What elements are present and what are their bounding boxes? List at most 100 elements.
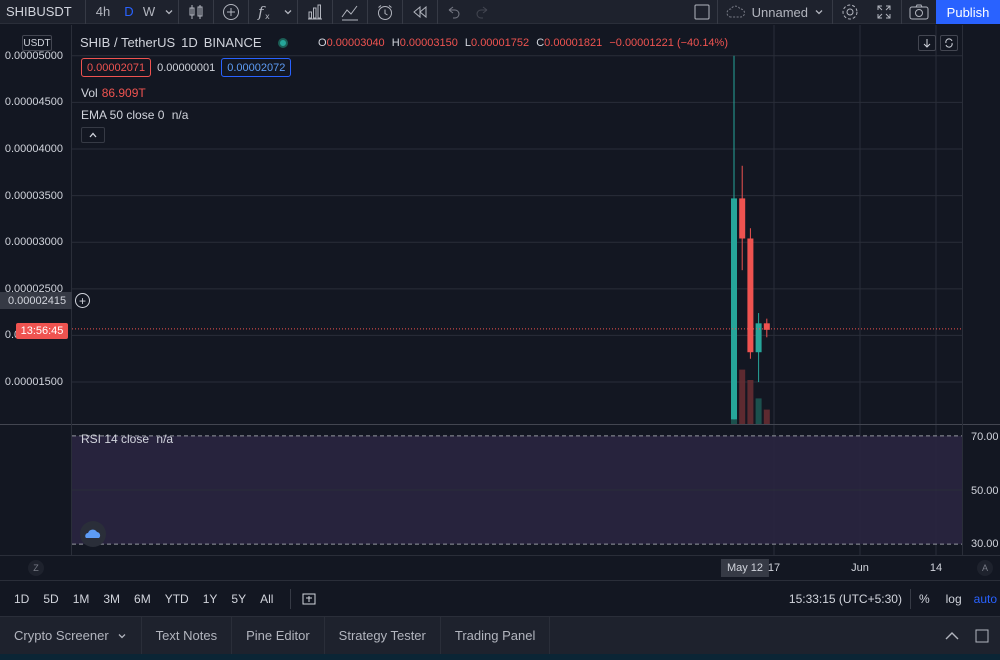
time-crosshair-label: May 12 — [720, 559, 770, 577]
price-tick-label: 0.00005000 — [4, 49, 63, 62]
trade-buttons: 0.00002071 0.00000001 0.00002072 — [81, 58, 292, 77]
interval-4h-button[interactable]: 4h — [86, 0, 120, 24]
clock-label[interactable]: 15:33:15 (UTC+5:30) — [789, 592, 902, 606]
gear-icon[interactable] — [833, 0, 867, 24]
alert-clock-icon[interactable] — [368, 0, 402, 24]
tab-text-notes[interactable]: Text Notes — [142, 616, 233, 655]
ema-value: n/a — [171, 108, 189, 122]
financials-icon[interactable] — [298, 0, 332, 24]
low-value: 0.00001752 — [471, 37, 530, 49]
add-compare-icon[interactable] — [214, 0, 248, 24]
range-5y-button[interactable]: 5Y — [224, 592, 253, 606]
range-ytd-button[interactable]: YTD — [158, 592, 196, 606]
range-1m-button[interactable]: 1M — [66, 592, 97, 606]
rsi-tick-label: 50.00 — [971, 485, 999, 497]
time-tick-label: 14 — [929, 562, 943, 574]
high-value: 0.00003150 — [399, 37, 458, 49]
chevron-up-icon — [89, 132, 97, 138]
add-plus-icon[interactable]: + — [75, 293, 90, 308]
price-tick-label: 0.00004500 — [4, 96, 63, 109]
volume-bar — [763, 409, 770, 424]
price-tick-label: 0.00001500 — [4, 376, 63, 389]
symbol-search-button[interactable]: SHIBUSDT — [0, 0, 86, 24]
range-divider — [909, 589, 911, 609]
log-toggle[interactable]: log — [946, 592, 962, 606]
tab-crypto-screener[interactable]: Crypto Screener — [0, 616, 142, 655]
close-value: 0.00001821 — [544, 37, 603, 49]
tradingview-logo-icon[interactable] — [80, 521, 106, 547]
camera-icon[interactable] — [902, 0, 936, 24]
time-tick-label: 17 — [767, 562, 781, 574]
auto-toggle[interactable]: auto — [974, 592, 997, 606]
candles-icon[interactable] — [179, 0, 213, 24]
reset-chart-icon[interactable] — [940, 35, 958, 51]
range-1d-button[interactable]: 1D — [7, 592, 36, 606]
main-chart-pane[interactable] — [72, 25, 962, 424]
templates-icon[interactable] — [333, 0, 367, 24]
footer-strip — [0, 654, 1000, 660]
fullscreen-icon[interactable] — [867, 0, 901, 24]
maximize-panel-icon[interactable] — [974, 628, 990, 644]
chart-legend[interactable]: SHIB / TetherUS 1D BINANCE — [80, 35, 288, 50]
candle-body — [731, 198, 737, 420]
chevron-down-icon — [118, 633, 126, 638]
indicators-dropdown-icon[interactable] — [279, 0, 297, 24]
rsi-pane[interactable] — [72, 425, 962, 555]
rsi-chart — [72, 425, 962, 555]
time-tick-label: Jun — [851, 562, 869, 574]
date-range-bar: 1D 5D 1M 3M 6M YTD 1Y 5Y All 15:33:15 (U… — [0, 580, 1000, 616]
pane-divider[interactable] — [0, 424, 1000, 425]
chevron-down-icon — [815, 10, 823, 15]
redo-icon[interactable] — [468, 0, 498, 24]
spread-value: 0.00000001 — [157, 61, 216, 74]
layout-select-icon[interactable] — [687, 0, 717, 24]
price-scale[interactable]: 0.00005000 0.00004500 0.00004000 0.00003500… — [0, 25, 72, 555]
layout-name-button[interactable]: Unnamed — [718, 0, 832, 24]
volume-bar — [747, 380, 754, 424]
interval-dropdown-icon[interactable] — [160, 0, 178, 24]
volume-legend[interactable]: Vol 86.909T — [81, 86, 146, 100]
candle-body — [739, 198, 746, 239]
buy-button[interactable]: 0.00002072 — [221, 58, 292, 77]
bottom-panel-tabs: Crypto Screener Text Notes Pine Editor S… — [0, 616, 1000, 655]
price-tick-label: 0.00003000 — [4, 236, 63, 249]
time-axis[interactable]: Z May 12 17 Jun 14 A — [0, 555, 1000, 580]
tab-trading-panel[interactable]: Trading Panel — [441, 616, 551, 655]
zoom-toggle-button[interactable]: Z — [28, 560, 44, 576]
open-value: 0.00003040 — [326, 37, 385, 49]
collapse-legend-button[interactable] — [81, 127, 105, 143]
tab-strategy-tester[interactable]: Strategy Tester — [325, 616, 441, 655]
undo-icon[interactable] — [438, 0, 468, 24]
tab-pine-editor[interactable]: Pine Editor — [232, 616, 325, 655]
sell-button[interactable]: 0.00002071 — [81, 58, 152, 77]
ema-legend[interactable]: EMA 50 close 0 n/a — [81, 108, 188, 122]
price-tick-label: 0.00004000 — [4, 142, 63, 155]
rsi-scale[interactable]: 70.00 50.00 30.00 — [962, 25, 1000, 555]
candle-body — [755, 323, 762, 353]
indicators-icon[interactable]: fx — [249, 0, 279, 24]
interval-d-button[interactable]: D — [120, 0, 138, 24]
volume-bar — [739, 369, 746, 424]
replay-icon[interactable] — [403, 0, 437, 24]
legend-exchange: BINANCE — [203, 35, 262, 50]
range-6m-button[interactable]: 6M — [127, 592, 158, 606]
volume-bar — [755, 398, 762, 424]
range-all-button[interactable]: All — [253, 592, 280, 606]
range-5d-button[interactable]: 5D — [36, 592, 65, 606]
scroll-down-icon[interactable] — [918, 35, 936, 51]
expand-panel-icon[interactable] — [944, 631, 960, 641]
interval-w-button[interactable]: W — [138, 0, 160, 24]
rsi-legend[interactable]: RSI 14 close n/a — [81, 432, 173, 446]
range-3m-button[interactable]: 3M — [96, 592, 127, 606]
crosshair-price-label: 0.00002415 — [0, 292, 72, 309]
layout-name-label: Unnamed — [751, 4, 808, 20]
auto-scale-button[interactable]: A — [977, 560, 993, 576]
top-toolbar: SHIBUSDT 4h D W fx Unnamed Publish — [0, 0, 1000, 24]
percent-toggle[interactable]: % — [919, 592, 930, 606]
publish-button[interactable]: Publish — [936, 0, 1000, 24]
currency-badge[interactable]: USDT — [22, 35, 52, 51]
symbol-title: SHIB / TetherUS — [80, 35, 176, 50]
pane-controls — [918, 35, 958, 51]
goto-date-icon[interactable] — [301, 591, 317, 607]
range-1y-button[interactable]: 1Y — [196, 592, 225, 606]
